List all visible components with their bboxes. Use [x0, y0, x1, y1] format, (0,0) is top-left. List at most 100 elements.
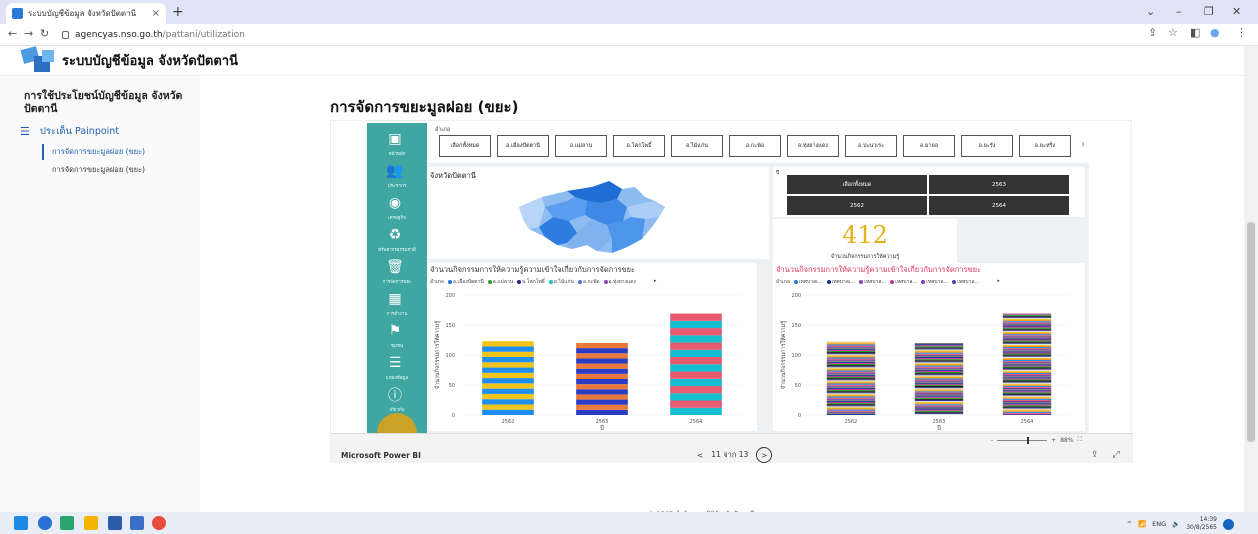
document-icon[interactable]: ☰ [382, 353, 408, 373]
bar-segment[interactable] [576, 363, 628, 369]
new-tab-button[interactable]: + [172, 4, 184, 20]
bar-segment[interactable] [826, 400, 876, 402]
bar-segment[interactable] [1002, 313, 1052, 315]
year-option-2562[interactable]: 2562 [787, 196, 927, 215]
bar-segment[interactable] [1002, 328, 1052, 330]
bar-segment[interactable] [576, 409, 628, 415]
bar-segment[interactable] [670, 407, 722, 415]
bar-segment[interactable] [576, 373, 628, 379]
bar-segment[interactable] [576, 394, 628, 400]
bar-segment[interactable] [670, 313, 722, 321]
bar-segment[interactable] [826, 366, 876, 368]
bar-segment[interactable] [1002, 348, 1052, 350]
bar-segment[interactable] [826, 411, 876, 413]
bar-segment[interactable] [826, 356, 876, 358]
bar-segment[interactable] [914, 361, 964, 363]
bar-segment[interactable] [1002, 357, 1052, 359]
close-tab-icon[interactable]: × [152, 8, 160, 19]
legend-item[interactable]: เทศบาล... [921, 278, 948, 286]
bar-segment[interactable] [670, 371, 722, 379]
bar-segment[interactable] [914, 399, 964, 402]
bar-segment[interactable] [482, 346, 534, 352]
bar-segment[interactable] [1002, 341, 1052, 343]
bar-segment[interactable] [914, 373, 964, 375]
bar-segment[interactable] [826, 403, 876, 405]
bar-segment[interactable] [914, 398, 964, 400]
bar-segment[interactable] [826, 373, 876, 375]
bar-segment[interactable] [914, 370, 964, 373]
slicer-option[interactable]: อ.กะพ้อ [729, 135, 781, 157]
bar-segment[interactable] [826, 412, 876, 414]
site-logo[interactable] [20, 45, 56, 74]
bar-segment[interactable] [914, 350, 964, 352]
photos-icon[interactable] [130, 516, 144, 530]
slicer-option[interactable]: อ.ยะหริ่ง [1019, 135, 1071, 157]
bar-segment[interactable] [1002, 350, 1052, 352]
tray-chevron-icon[interactable]: ^ [1127, 520, 1132, 528]
bar-segment[interactable] [826, 346, 876, 348]
bar-segment[interactable] [826, 410, 876, 412]
bar-segment[interactable] [914, 343, 964, 345]
legend-item[interactable]: อ.ไม้แก่น [548, 278, 574, 286]
bar-segment[interactable] [1002, 340, 1052, 342]
bar-segment[interactable] [826, 385, 876, 387]
bar-segment[interactable] [914, 394, 964, 396]
bar-segment[interactable] [914, 362, 964, 364]
bar-segment[interactable] [1002, 411, 1052, 413]
bar-segment[interactable] [914, 391, 964, 393]
bar-segment[interactable] [1002, 318, 1052, 321]
bar-segment[interactable] [914, 346, 964, 348]
bar-segment[interactable] [914, 372, 964, 374]
bar-segment[interactable] [576, 399, 628, 405]
building-icon[interactable]: ▦ [382, 289, 408, 309]
bar-segment[interactable] [914, 381, 964, 383]
bar-segment[interactable] [914, 403, 964, 405]
bar-segment[interactable] [670, 349, 722, 358]
bar-segment[interactable] [1002, 381, 1052, 383]
legend-item[interactable]: เทศบาลเ... [793, 278, 823, 286]
bar-segment[interactable] [826, 355, 876, 357]
slicer-option[interactable]: อ.ยะรัง [961, 135, 1013, 157]
bar-segment[interactable] [1002, 389, 1052, 391]
restore-icon[interactable]: ❐ [1204, 5, 1214, 18]
bar-segment[interactable] [826, 353, 876, 355]
legend-item[interactable]: อ.กะพ้อ [577, 278, 600, 286]
bar-segment[interactable] [1002, 372, 1052, 375]
bar-segment[interactable] [1002, 388, 1052, 390]
bar-segment[interactable] [826, 390, 876, 392]
bar-segment[interactable] [1002, 315, 1052, 317]
bar-segment[interactable] [826, 380, 876, 382]
bar-segment[interactable] [826, 342, 876, 344]
browser-tab[interactable]: ระบบบัญชีข้อมูล จังหวัดปัตตานี × [6, 3, 166, 24]
slicer-option[interactable]: อ.เมืองปัตตานี [497, 135, 549, 157]
bar-segment[interactable] [1002, 320, 1052, 322]
sidebar-item-waste[interactable]: การจัดการขยะมูลฝอย (ขยะ) [42, 162, 145, 178]
page-scrollbar[interactable] [1244, 46, 1258, 512]
powerbi-brand[interactable]: Microsoft Power BI [341, 451, 421, 460]
sidebar-item-waste-active[interactable]: การจัดการขยะมูลฝอย (ขยะ) [42, 144, 145, 160]
bar-segment[interactable] [826, 374, 876, 376]
bar-segment[interactable] [914, 359, 964, 361]
bar-segment[interactable] [1002, 316, 1052, 318]
bar-segment[interactable] [1002, 342, 1052, 344]
bar-segment[interactable] [826, 399, 876, 401]
chart2-plot[interactable]: 0 50 100 150 200 จำนวนกิจกรรมการให้ความรู้ 256… [773, 287, 1085, 431]
year-option-2564[interactable]: 2564 [929, 196, 1069, 215]
close-window-icon[interactable]: ✕ [1232, 5, 1241, 18]
bar-segment[interactable] [826, 350, 876, 353]
recycle-icon[interactable]: ♻ [382, 225, 408, 245]
bar-segment[interactable] [826, 392, 876, 394]
bar-segment[interactable] [1002, 386, 1052, 389]
bar-segment[interactable] [914, 385, 964, 388]
bar-segment[interactable] [1002, 323, 1052, 325]
bar-segment[interactable] [914, 395, 964, 397]
bar-segment[interactable] [1002, 324, 1052, 326]
bar-segment[interactable] [914, 387, 964, 389]
bar-segment[interactable] [1002, 321, 1052, 323]
start-icon[interactable] [14, 516, 28, 530]
bar-segment[interactable] [914, 369, 964, 371]
legend-item[interactable]: เทศบาล... [859, 278, 886, 286]
bar-segment[interactable] [914, 375, 964, 377]
bar-segment[interactable] [914, 356, 964, 359]
bar-segment[interactable] [482, 409, 534, 415]
